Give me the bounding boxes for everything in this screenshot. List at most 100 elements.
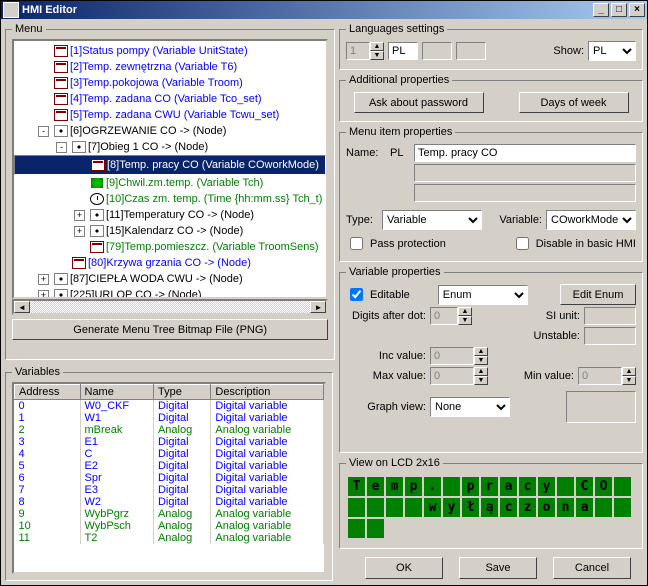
tree-item[interactable]: [1]Status pompy (Variable UnitState) — [14, 43, 326, 59]
save-button[interactable]: Save — [459, 557, 537, 579]
edit-enum-button[interactable]: Edit Enum — [560, 284, 636, 305]
variable-select[interactable]: COworkMode — [546, 210, 636, 230]
expand-icon[interactable]: - — [38, 126, 49, 137]
type-select[interactable]: Variable — [382, 210, 482, 230]
additional-properties-group: Additional properties Ask about password… — [339, 74, 643, 122]
tree-item[interactable]: [2]Temp. zewnętrzna (Variable T6) — [14, 59, 326, 75]
generate-png-button[interactable]: Generate Menu Tree Bitmap File (PNG) — [12, 319, 328, 340]
table-row[interactable]: 2mBreakAnalogAnalog variable — [15, 424, 324, 436]
lcd-cell: O — [595, 477, 612, 496]
siunit-input — [584, 307, 636, 325]
table-row[interactable]: 0W0_CKFDigitalDigital variable — [15, 400, 324, 413]
lcd-cell: C — [576, 477, 593, 496]
page-icon — [54, 61, 68, 73]
table-row[interactable]: 3E1DigitalDigital variable — [15, 436, 324, 448]
tree-item[interactable]: [80]Krzywa grzania CO -> (Node) — [14, 255, 326, 271]
table-row[interactable]: 5E2DigitalDigital variable — [15, 460, 324, 472]
table-row[interactable]: 11T2AnalogAnalog variable — [15, 532, 324, 544]
variable-properties-group: Variable properties Editable Enum Edit E… — [339, 266, 643, 453]
page-icon — [54, 77, 68, 89]
graph-select[interactable]: None — [430, 397, 510, 417]
tree-item[interactable]: -[7]Obieg 1 CO -> (Node) — [14, 139, 326, 155]
tree-item[interactable]: [79]Temp.pomieszcz. (Variable TroomSens) — [14, 239, 326, 255]
expand-icon[interactable]: + — [74, 210, 85, 221]
close-button[interactable]: × — [629, 3, 645, 17]
dialog-buttons: OK Save Cancel — [337, 551, 645, 583]
menu-tree[interactable]: [1]Status pompy (Variable UnitState)[2]T… — [12, 39, 328, 299]
max-label: Max value: — [346, 370, 426, 382]
ok-button[interactable]: OK — [365, 557, 443, 579]
variable-label: Variable: — [499, 214, 542, 226]
scroll-left-icon[interactable]: ◄ — [14, 301, 30, 313]
digits-label: Digits after dot: — [346, 310, 426, 322]
expand-icon[interactable]: + — [38, 290, 49, 300]
spin-down-icon[interactable]: ▼ — [370, 51, 384, 60]
column-header[interactable]: Address — [15, 385, 81, 400]
tree-item[interactable]: [10]Czas zm. temp. (Time {hh:mm.ss} Tch_… — [14, 191, 326, 207]
tree-item[interactable]: +[15]Kalendarz CO -> (Node) — [14, 223, 326, 239]
lang-count-spinner[interactable]: ▲▼ — [346, 42, 384, 60]
variables-table[interactable]: AddressNameTypeDescription 0W0_CKFDigita… — [12, 382, 326, 574]
ask-password-button[interactable]: Ask about password — [354, 92, 484, 113]
column-header[interactable]: Description — [211, 385, 324, 400]
lcd-cell: r — [481, 477, 498, 496]
pass-protection-checkbox[interactable]: Pass protection — [346, 234, 446, 253]
cancel-button[interactable]: Cancel — [553, 557, 631, 579]
tree-item[interactable]: +[225]URLOP CO -> (Node) — [14, 287, 326, 299]
tree-item[interactable]: [5]Temp. zadana CWU (Variable Tcwu_set) — [14, 107, 326, 123]
item-name-input-3 — [414, 184, 636, 202]
tree-item[interactable]: + [11]Temperatury CO -> (Node) — [14, 207, 326, 223]
table-row[interactable]: 1W1DigitalDigital variable — [15, 412, 324, 424]
editable-checkbox[interactable]: Editable — [346, 285, 410, 304]
lang0-input[interactable] — [388, 42, 418, 60]
tree-item[interactable]: -[6]OGRZEWANIE CO -> (Node) — [14, 123, 326, 139]
lcd-cell: a — [576, 498, 593, 517]
lcd-cell — [405, 498, 422, 517]
table-row[interactable]: 9WybPgrzAnalogAnalog variable — [15, 508, 324, 520]
lang-count-input[interactable] — [346, 42, 370, 60]
maximize-button[interactable]: □ — [611, 3, 627, 17]
tree-item[interactable]: [8]Temp. pracy CO (Variable COworkMode) — [14, 155, 326, 175]
tree-item-label: [9]Chwil.zm.temp. (Variable Tch) — [106, 177, 263, 189]
lcd-cell — [348, 498, 365, 517]
table-row[interactable]: 4CDigitalDigital variable — [15, 448, 324, 460]
lcd-cell — [386, 498, 403, 517]
max-spinner[interactable]: ▲▼ — [430, 367, 488, 385]
disable-basic-hmi-checkbox[interactable]: Disable in basic HMI — [512, 234, 636, 253]
scroll-right-icon[interactable]: ► — [310, 301, 326, 313]
expand-icon[interactable]: - — [56, 142, 67, 153]
expand-icon[interactable]: + — [38, 274, 49, 285]
table-row[interactable]: 6SprDigitalDigital variable — [15, 472, 324, 484]
expand-icon[interactable]: + — [74, 226, 85, 237]
menu-legend: Menu — [12, 23, 46, 35]
column-header[interactable]: Type — [153, 385, 210, 400]
lcd-cell: c — [519, 477, 536, 496]
tree-item-label: [11]Temperatury CO -> (Node) — [106, 209, 254, 221]
tree-item[interactable]: [9]Chwil.zm.temp. (Variable Tch) — [14, 175, 326, 191]
lcd-view-group: View on LCD 2x16 Temp.pracyCOwyłączona — [339, 457, 643, 549]
tree-item[interactable]: +[87]CIEPŁA WODA CWU -> (Node) — [14, 271, 326, 287]
min-spinner[interactable]: ▲▼ — [578, 367, 636, 385]
table-row[interactable]: 8W2DigitalDigital variable — [15, 496, 324, 508]
tree-item[interactable]: [3]Temp.pokojowa (Variable Troom) — [14, 75, 326, 91]
spin-up-icon[interactable]: ▲ — [370, 42, 384, 51]
tree-item[interactable]: [4]Temp. zadana CO (Variable Tco_set) — [14, 91, 326, 107]
table-row[interactable]: 10WybPschAnalogAnalog variable — [15, 520, 324, 532]
name-lang-label: PL — [390, 147, 410, 159]
node-icon — [90, 209, 104, 221]
app-window: HMI Editor _ □ × Menu [1]Status pompy (V… — [0, 0, 648, 586]
format-select[interactable]: Enum — [438, 285, 528, 305]
lcd-cell — [443, 477, 460, 496]
column-header[interactable]: Name — [80, 385, 153, 400]
table-row[interactable]: 7E3DigitalDigital variable — [15, 484, 324, 496]
inc-spinner[interactable]: ▲▼ — [430, 347, 488, 365]
tree-hscroll[interactable]: ◄ ► — [12, 299, 328, 315]
page-icon — [90, 241, 104, 253]
node-icon — [54, 125, 68, 137]
show-lang-select[interactable]: PL — [588, 41, 636, 61]
digits-spinner[interactable]: ▲▼ — [430, 307, 472, 325]
minimize-button[interactable]: _ — [593, 3, 609, 17]
days-of-week-button[interactable]: Days of week — [519, 92, 629, 113]
lcd-cell: . — [424, 477, 441, 496]
item-name-input[interactable] — [414, 144, 636, 162]
